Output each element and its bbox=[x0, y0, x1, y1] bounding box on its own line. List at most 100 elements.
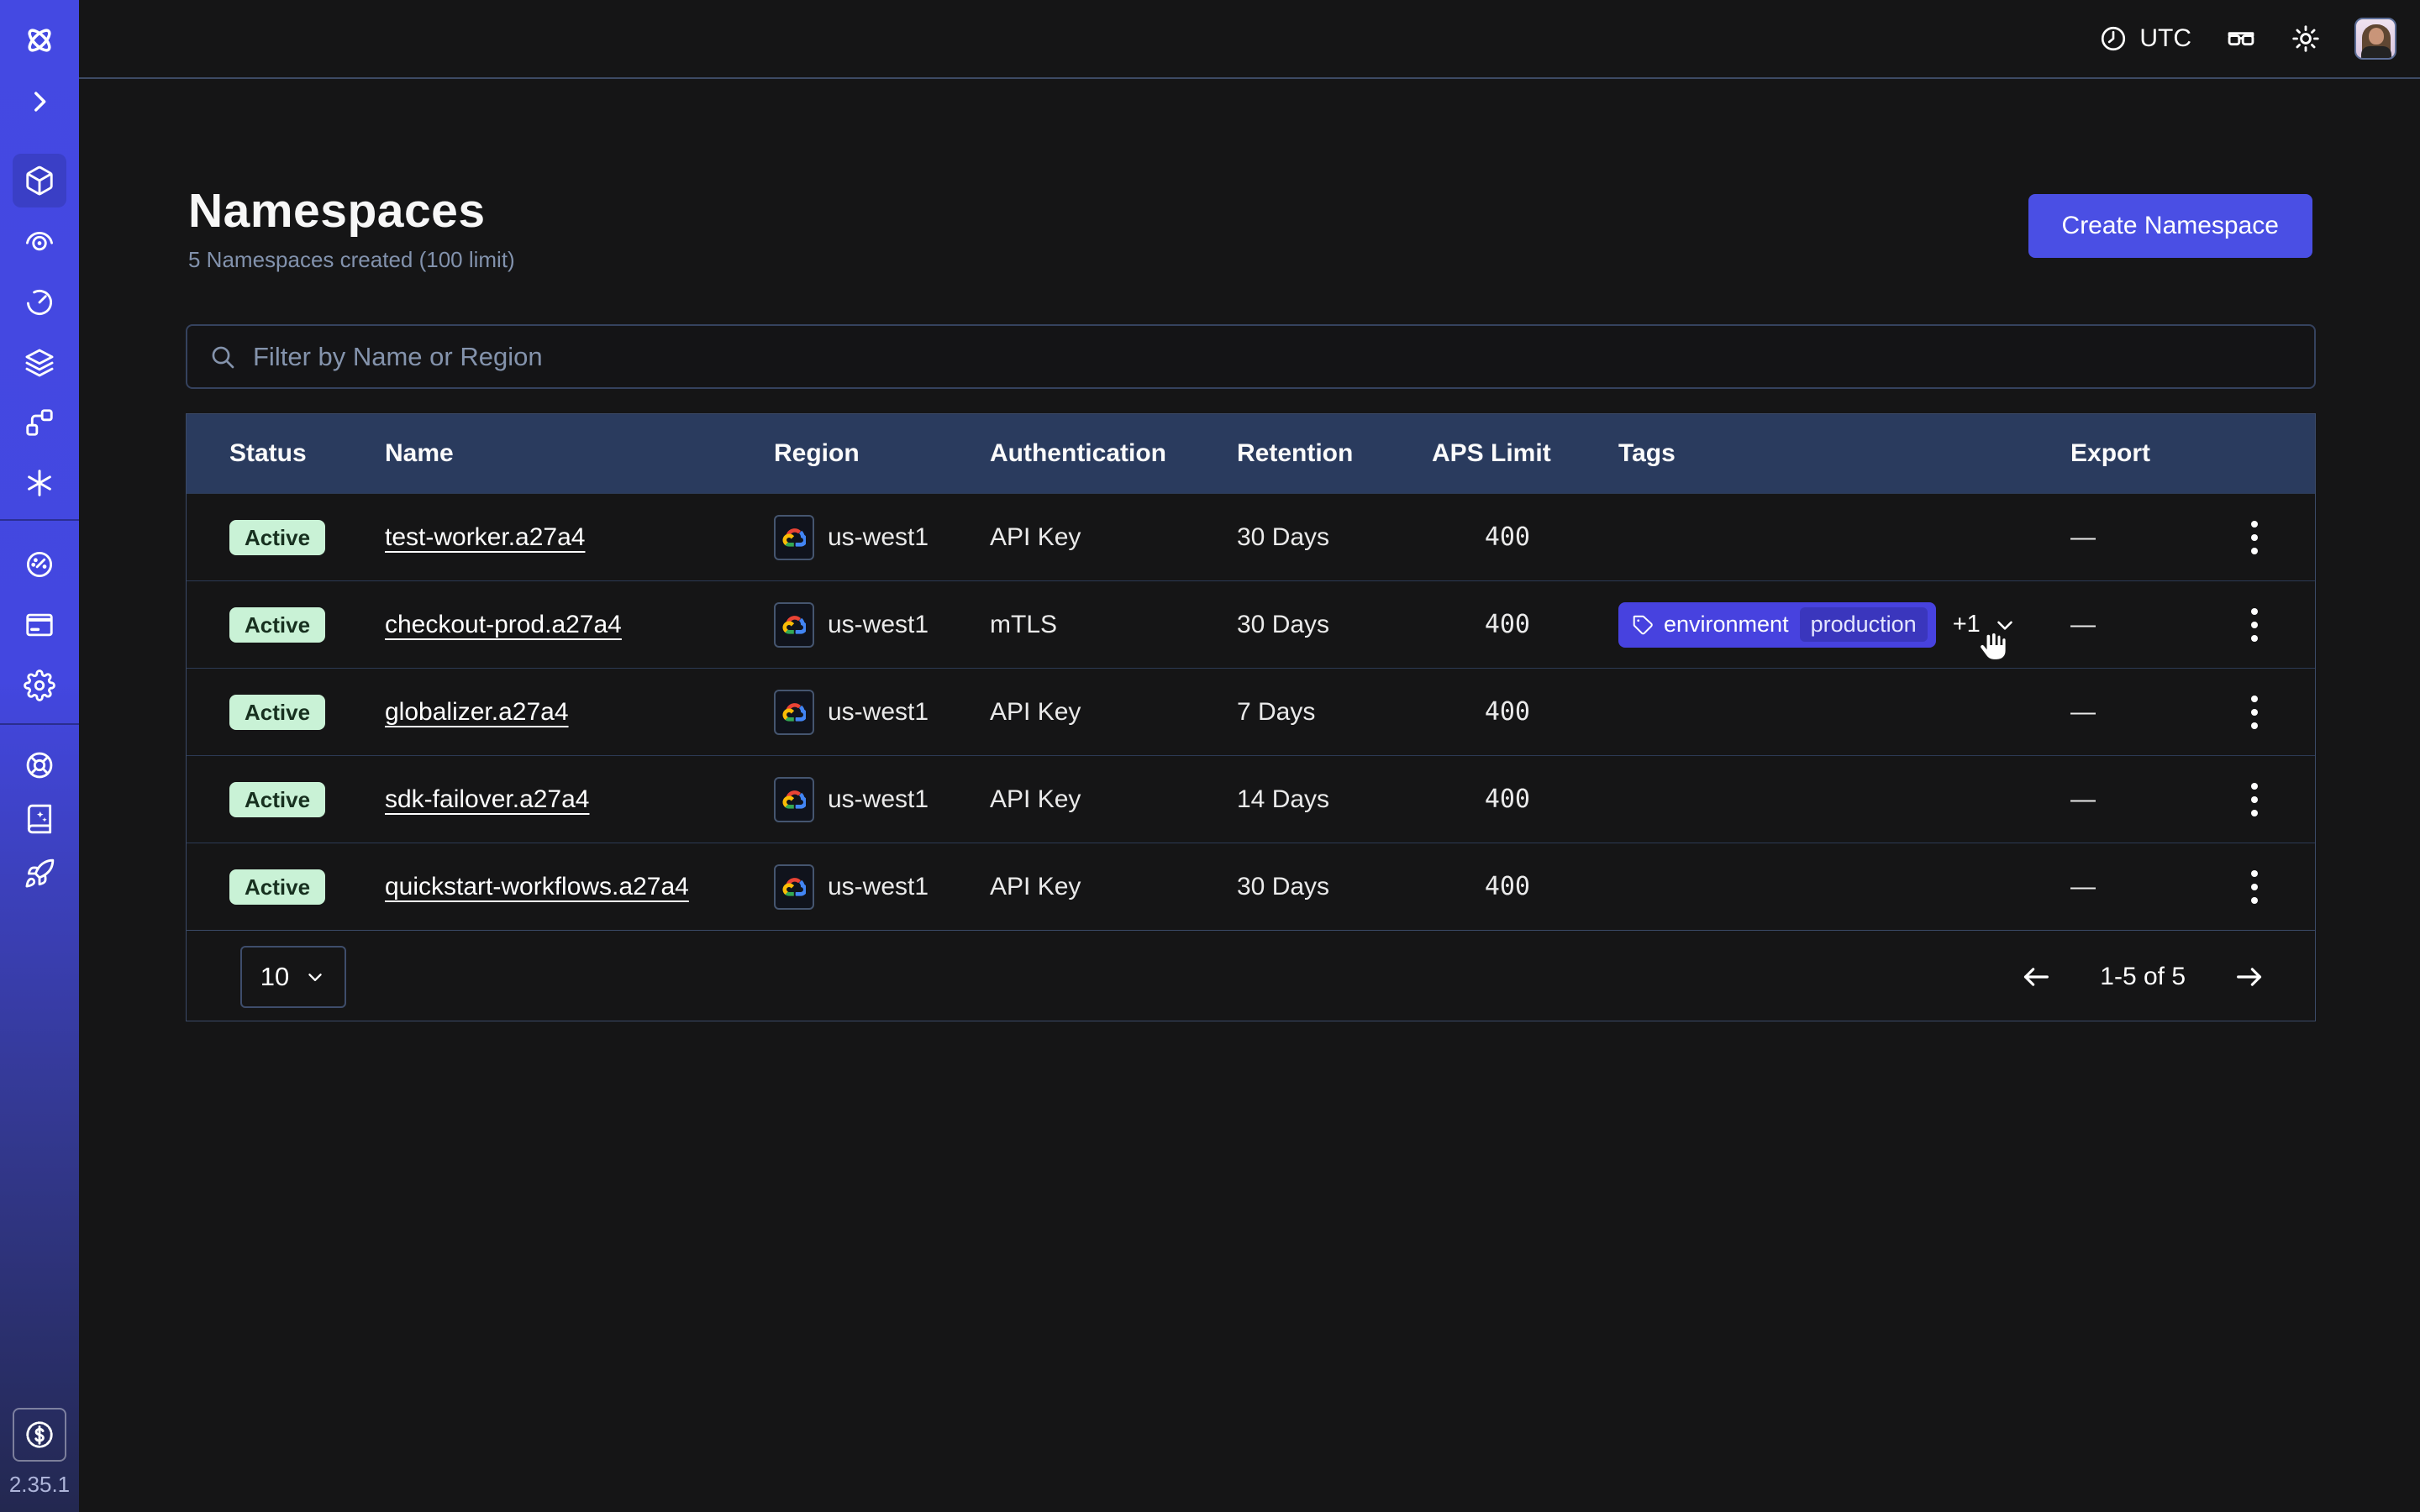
aps-limit-value: 400 bbox=[1432, 522, 1618, 552]
tag-key: environment bbox=[1664, 612, 1789, 638]
gcp-cloud-icon bbox=[774, 690, 814, 735]
col-status: Status bbox=[229, 439, 385, 468]
cube-icon bbox=[24, 165, 55, 197]
search-icon bbox=[209, 344, 236, 370]
col-region: Region bbox=[774, 439, 990, 468]
region-label: us-west1 bbox=[828, 873, 929, 901]
sidebar: 2.35.1 bbox=[0, 0, 79, 1512]
gcp-cloud-icon bbox=[774, 777, 814, 822]
namespace-link[interactable]: checkout-prod.a27a4 bbox=[385, 611, 622, 639]
chevron-down-icon bbox=[304, 966, 326, 988]
table-row: Active sdk-failover.a27a4 us-west1 API K… bbox=[187, 755, 2315, 843]
namespace-link[interactable]: quickstart-workflows.a27a4 bbox=[385, 873, 689, 901]
namespace-link[interactable]: globalizer.a27a4 bbox=[385, 698, 569, 727]
retention-label: 7 Days bbox=[1237, 698, 1432, 727]
sidebar-expand-button[interactable] bbox=[13, 75, 66, 129]
sidebar-item-usage[interactable] bbox=[13, 538, 66, 591]
page-size-value: 10 bbox=[260, 962, 289, 992]
auth-label: API Key bbox=[990, 698, 1237, 727]
gauge-icon bbox=[24, 549, 55, 580]
sidebar-item-insights[interactable] bbox=[13, 214, 66, 268]
row-menu-button[interactable] bbox=[2243, 774, 2266, 825]
sidebar-item-support[interactable] bbox=[13, 738, 66, 792]
sidebar-item-nexus[interactable] bbox=[13, 456, 66, 510]
sidebar-item-docs[interactable] bbox=[13, 792, 66, 846]
timezone-label: UTC bbox=[2139, 24, 2191, 53]
sidebar-item-settings[interactable] bbox=[13, 659, 66, 712]
app-version: 2.35.1 bbox=[0, 1472, 79, 1498]
filter-bar bbox=[186, 324, 2316, 389]
tags-cell: environment production +1 bbox=[1618, 602, 2070, 648]
tags-more-count: +1 bbox=[1953, 611, 1981, 638]
export-value: — bbox=[2070, 698, 2194, 727]
export-value: — bbox=[2070, 611, 2194, 639]
glasses-icon bbox=[2225, 23, 2257, 55]
region-label: us-west1 bbox=[828, 611, 929, 639]
status-badge: Active bbox=[229, 695, 325, 730]
row-menu-button[interactable] bbox=[2243, 862, 2266, 912]
eye-icon bbox=[24, 225, 55, 257]
sidebar-item-schedules[interactable] bbox=[13, 276, 66, 329]
col-tags: Tags bbox=[1618, 439, 2070, 468]
timezone-selector[interactable]: UTC bbox=[2099, 24, 2191, 53]
col-name: Name bbox=[385, 439, 774, 468]
col-aps-limit: APS Limit bbox=[1432, 439, 1618, 468]
status-badge: Active bbox=[229, 520, 325, 555]
sidebar-item-getting-started[interactable] bbox=[13, 847, 66, 900]
col-retention: Retention bbox=[1237, 439, 1432, 468]
main-content: Namespaces 5 Namespaces created (100 lim… bbox=[79, 79, 2420, 1512]
sidebar-divider bbox=[0, 723, 79, 725]
namespace-link[interactable]: sdk-failover.a27a4 bbox=[385, 785, 590, 814]
tags-expand-chevron-icon[interactable] bbox=[1992, 612, 2018, 638]
region-label: us-west1 bbox=[828, 785, 929, 814]
filter-input[interactable] bbox=[253, 342, 2292, 372]
table-row: Active checkout-prod.a27a4 us-west1 mTLS… bbox=[187, 580, 2315, 668]
status-badge: Active bbox=[229, 869, 325, 905]
table-row: Active globalizer.a27a4 us-west1 API Key… bbox=[187, 668, 2315, 755]
gcp-cloud-icon bbox=[774, 515, 814, 560]
gear-icon bbox=[24, 669, 55, 701]
retention-label: 30 Days bbox=[1237, 523, 1432, 552]
auth-label: API Key bbox=[990, 873, 1237, 901]
create-namespace-button[interactable]: Create Namespace bbox=[2028, 194, 2312, 258]
sidebar-item-namespaces[interactable] bbox=[13, 154, 66, 207]
next-page-arrow-icon[interactable] bbox=[2233, 960, 2266, 994]
sidebar-divider bbox=[0, 519, 79, 521]
namespace-link[interactable]: test-worker.a27a4 bbox=[385, 523, 585, 552]
aps-limit-value: 400 bbox=[1432, 872, 1618, 901]
retention-label: 14 Days bbox=[1237, 785, 1432, 814]
auth-label: API Key bbox=[990, 785, 1237, 814]
labs-toggle-button[interactable] bbox=[2225, 23, 2257, 55]
retention-label: 30 Days bbox=[1237, 611, 1432, 639]
row-menu-button[interactable] bbox=[2243, 600, 2266, 650]
tag-pill[interactable]: environment production bbox=[1618, 602, 1936, 648]
temporal-logo-icon bbox=[22, 23, 57, 58]
sidebar-item-workflows[interactable] bbox=[13, 396, 66, 449]
pagination-controls: 1-5 of 5 bbox=[2019, 960, 2266, 994]
table-header: Status Name Region Authentication Retent… bbox=[187, 414, 2315, 493]
region-label: us-west1 bbox=[828, 523, 929, 552]
row-menu-button[interactable] bbox=[2243, 512, 2266, 563]
sidebar-item-deployments[interactable] bbox=[13, 336, 66, 390]
page-subtitle: 5 Namespaces created (100 limit) bbox=[188, 247, 515, 273]
status-badge: Active bbox=[229, 782, 325, 817]
credit-card-icon bbox=[24, 609, 55, 641]
row-menu-button[interactable] bbox=[2243, 687, 2266, 738]
billing-version-button[interactable] bbox=[13, 1408, 66, 1462]
user-avatar[interactable] bbox=[2354, 18, 2396, 60]
retention-label: 30 Days bbox=[1237, 873, 1432, 901]
namespaces-table: Status Name Region Authentication Retent… bbox=[186, 413, 2316, 1021]
theme-toggle-button[interactable] bbox=[2291, 24, 2321, 54]
tag-value: production bbox=[1800, 607, 1928, 642]
gcp-cloud-icon bbox=[774, 602, 814, 648]
previous-page-arrow-icon[interactable] bbox=[2019, 960, 2053, 994]
sidebar-item-billing[interactable] bbox=[13, 598, 66, 652]
chevron-right-icon bbox=[25, 87, 54, 116]
tag-icon bbox=[1632, 614, 1653, 635]
export-value: — bbox=[2070, 523, 2194, 552]
aps-limit-value: 400 bbox=[1432, 697, 1618, 727]
col-export: Export bbox=[2070, 439, 2194, 468]
temporal-logo[interactable] bbox=[13, 13, 66, 67]
table-row: Active test-worker.a27a4 us-west1 API Ke… bbox=[187, 493, 2315, 580]
page-size-select[interactable]: 10 bbox=[240, 946, 346, 1008]
